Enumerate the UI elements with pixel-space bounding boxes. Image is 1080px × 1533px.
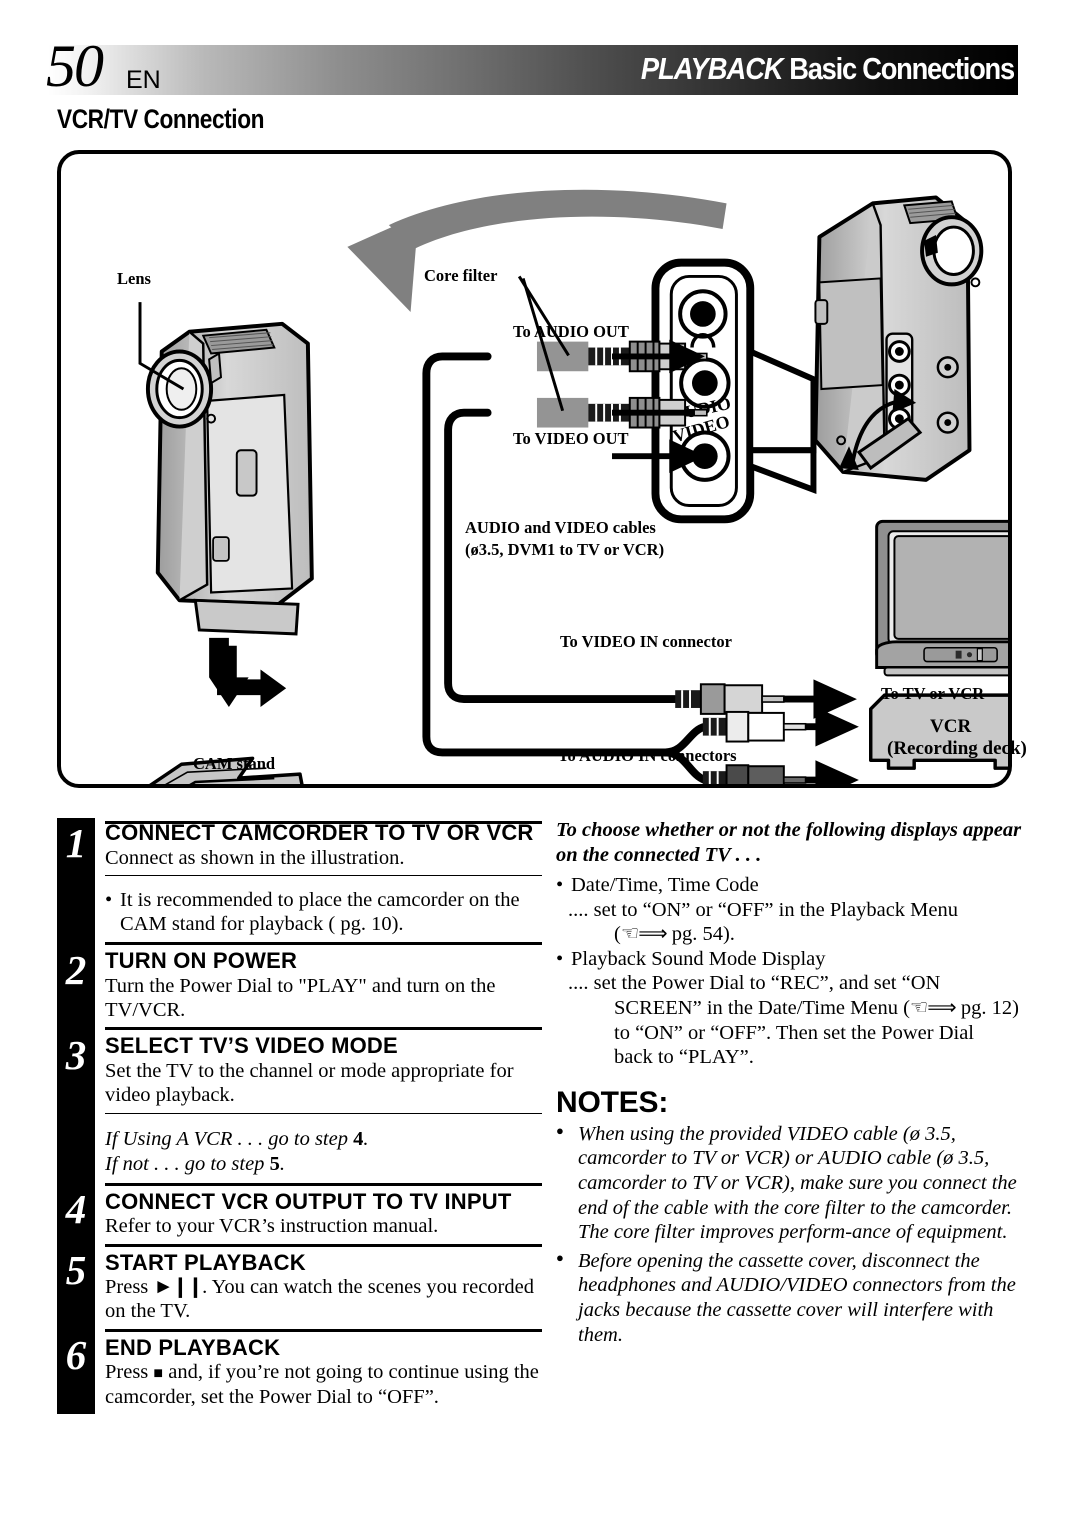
steps-list: 1 CONNECT CAMCORDER TO TV OR VCR Connect… bbox=[57, 818, 542, 1414]
note-item: When using the provided VIDEO cable (ø 3… bbox=[556, 1122, 1022, 1245]
page-title-italic: PLAYBACK bbox=[640, 51, 784, 86]
label-cam-stand: CAM stand bbox=[193, 754, 276, 773]
divider bbox=[105, 942, 542, 946]
label-to-tv-or-vcr: To TV or VCR bbox=[881, 684, 985, 703]
step-item: 1 CONNECT CAMCORDER TO TV OR VCR Connect… bbox=[57, 821, 542, 870]
play-pause-icon: ►❙❙ bbox=[153, 1276, 204, 1299]
step-item: 6 END PLAYBACK Press ■ and, if you’re no… bbox=[57, 1328, 542, 1409]
page-language-code: EN bbox=[126, 66, 161, 94]
display-option-1: Date/Time, Time Code bbox=[556, 873, 1022, 898]
label-to-audio-in: To AUDIO IN connectors bbox=[558, 746, 737, 765]
display-option-2-detail-b: SCREEN” in the Date/Time Menu (☜⟹ pg. 12… bbox=[614, 996, 1019, 1019]
jack-panel-illustration: AUDIO VIDEO bbox=[651, 258, 817, 524]
display-option-1-detail: .... set to “ON” or “OFF” in the Playbac… bbox=[568, 898, 958, 921]
step-item: 4 CONNECT VCR OUTPUT TO TV INPUT Refer t… bbox=[57, 1182, 542, 1239]
step-body: Connect as shown in the illustration. bbox=[105, 846, 405, 869]
divider bbox=[105, 1027, 542, 1031]
section-title: VCR/TV Connection bbox=[57, 104, 265, 134]
step-body: Press ►❙❙. You can watch the scenes you … bbox=[105, 1276, 534, 1323]
label-to-video-out: To VIDEO OUT bbox=[513, 429, 629, 448]
display-options-lead: To choose whether or not the following d… bbox=[556, 819, 1022, 866]
plug-audio-in-left bbox=[702, 706, 859, 747]
step-item: 2 TURN ON POWER Turn the Power Dial to "… bbox=[57, 942, 542, 1022]
label-vcr-line1: VCR bbox=[930, 716, 972, 737]
right-column: To choose whether or not the following d… bbox=[556, 818, 1022, 1351]
step-title: CONNECT CAMCORDER TO TV OR VCR bbox=[105, 820, 534, 845]
label-core-filter: Core filter bbox=[424, 266, 498, 285]
core-filter-leader-lines bbox=[517, 275, 570, 412]
core-filter-video bbox=[536, 397, 589, 428]
display-option-2-detail-c: to “ON” or “OFF”. Then set the Power Dia… bbox=[614, 1021, 975, 1044]
display-option-1-ref: (☜⟹ pg. 54). bbox=[614, 923, 735, 946]
label-to-audio-out: To AUDIO OUT bbox=[513, 322, 629, 341]
tv-illustration bbox=[875, 519, 1008, 677]
step-title: SELECT TV’S VIDEO MODE bbox=[105, 1033, 398, 1059]
label-cables-line1: AUDIO and VIDEO cables bbox=[465, 518, 656, 537]
step-number: 3 bbox=[65, 1032, 87, 1079]
step-item: 3 SELECT TV’S VIDEO MODE Set the TV to t… bbox=[57, 1027, 542, 1107]
divider bbox=[105, 1112, 542, 1114]
page-title-regular: Basic Connections bbox=[789, 51, 1015, 86]
camcorder-front-illustration bbox=[138, 302, 314, 636]
step-title: END PLAYBACK bbox=[105, 1334, 281, 1360]
divider bbox=[105, 1243, 542, 1247]
step-branch-block: If Using A VCR . . . go to step 4. If no… bbox=[57, 1112, 542, 1177]
step-number: 2 bbox=[65, 947, 87, 994]
step-note: It is recommended to place the camcorder… bbox=[105, 888, 542, 936]
display-option-2-detail-d: back to “PLAY”. bbox=[614, 1046, 754, 1069]
branch-line-2: If not . . . go to step bbox=[105, 1152, 270, 1175]
note-item: Before opening the cassette cover, disco… bbox=[556, 1249, 1022, 1347]
stop-icon: ■ bbox=[153, 1365, 164, 1383]
step-note-block: It is recommended to place the camcorder… bbox=[57, 874, 542, 936]
pointing-hand-icon: ☜⟹ bbox=[909, 996, 957, 1019]
label-vcr-line2: (Recording deck) bbox=[887, 738, 1027, 759]
label-cables-line2: (ø3.5, DVM1 to TV or VCR) bbox=[465, 540, 665, 559]
display-option-2-detail-a: .... set the Power Dial to “REC”, and se… bbox=[568, 972, 941, 995]
divider bbox=[105, 1182, 542, 1186]
step-title: START PLAYBACK bbox=[105, 1249, 306, 1275]
divider bbox=[105, 1328, 542, 1332]
step-body: Set the TV to the channel or mode approp… bbox=[105, 1060, 514, 1107]
step-body: Refer to your VCR’s instruction manual. bbox=[105, 1215, 439, 1238]
diagram-artwork: AUDIO VIDEO bbox=[138, 189, 1008, 784]
step-number: 1 bbox=[65, 820, 87, 866]
step-number: 5 bbox=[65, 1246, 87, 1293]
step-number: 6 bbox=[65, 1331, 87, 1378]
step-item: 5 START PLAYBACK Press ►❙❙. You can watc… bbox=[57, 1243, 542, 1324]
connection-diagram: AUDIO VIDEO Lens Core filter To AUDIO OU… bbox=[57, 150, 1027, 788]
step-body: Press ■ and, if you’re not going to cont… bbox=[105, 1361, 539, 1408]
step-body: Turn the Power Dial to "PLAY" and turn o… bbox=[105, 975, 496, 1022]
branch-line-1-step: 4 bbox=[353, 1127, 364, 1150]
display-option-2: Playback Sound Mode Display bbox=[556, 947, 1022, 972]
label-lens: Lens bbox=[117, 269, 151, 288]
mount-arrow-icon bbox=[209, 637, 287, 707]
page-title: PLAYBACK Basic Connections bbox=[640, 51, 1015, 87]
camcorder-rear-illustration bbox=[813, 195, 984, 482]
divider bbox=[105, 874, 542, 876]
page-number: 50 bbox=[46, 33, 104, 99]
divider bbox=[105, 821, 542, 824]
step-number: 4 bbox=[65, 1185, 87, 1232]
branch-line-1: If Using A VCR . . . go to step bbox=[105, 1127, 354, 1150]
label-to-video-in: To VIDEO IN connector bbox=[560, 632, 732, 651]
notes-heading: NOTES: bbox=[556, 1085, 669, 1119]
branch-line-2-step: 5 bbox=[269, 1152, 280, 1175]
step-title: TURN ON POWER bbox=[105, 948, 298, 974]
pointing-hand-icon: ☜⟹ bbox=[620, 923, 668, 946]
step-title: CONNECT VCR OUTPUT TO TV INPUT bbox=[105, 1188, 512, 1214]
step-branch-lines: If Using A VCR . . . go to step 4. If no… bbox=[105, 1127, 369, 1175]
